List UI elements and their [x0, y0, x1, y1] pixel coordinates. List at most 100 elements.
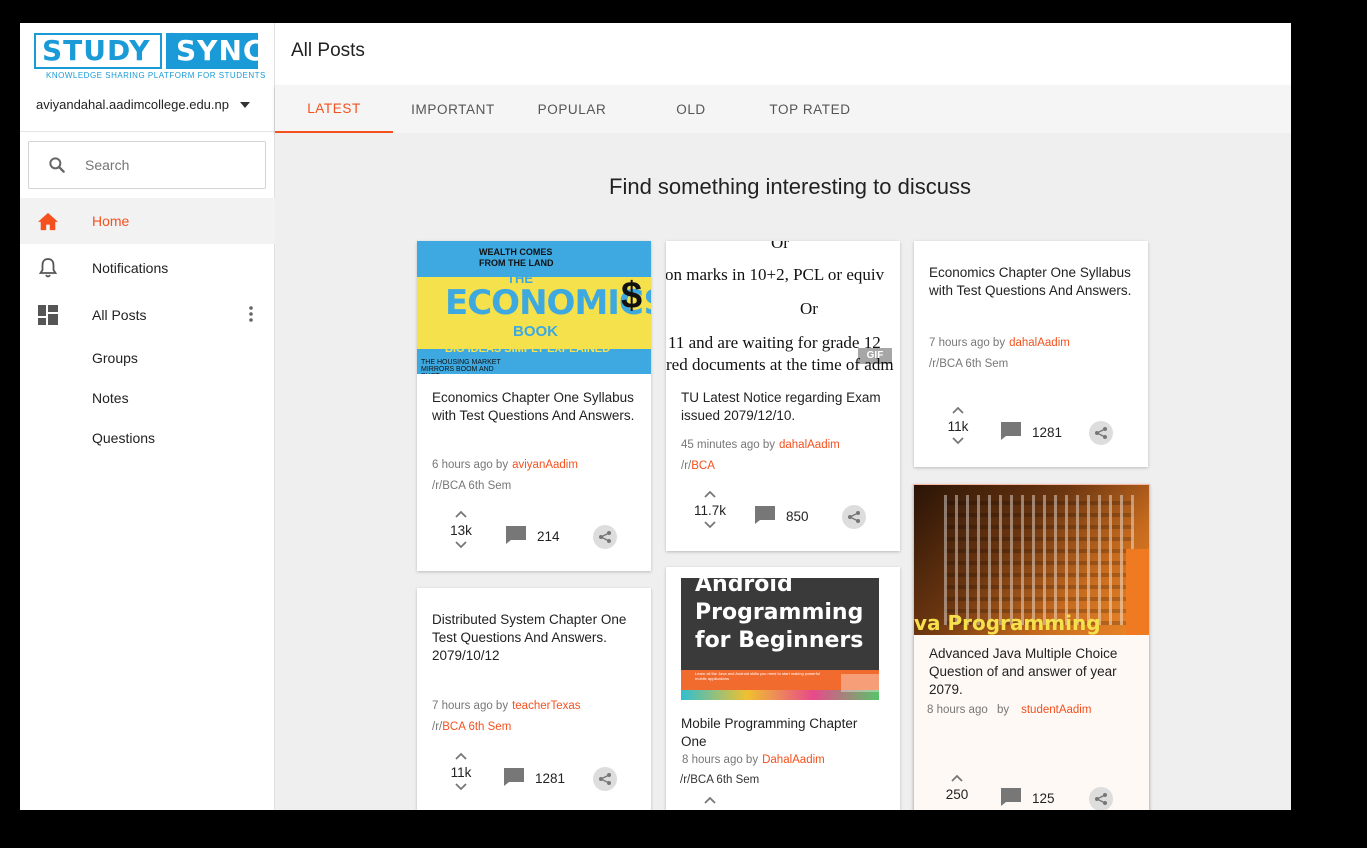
comment-count: 1281	[535, 771, 566, 786]
chevron-down-icon	[240, 101, 250, 108]
main-content: Find something interesting to discuss WE…	[275, 133, 1291, 810]
post-meta: 7 hours ago by teacherTexas	[432, 700, 581, 712]
post-group[interactable]: /r/BCA 6th Sem	[929, 358, 1008, 370]
comment-icon	[503, 767, 525, 790]
share-icon[interactable]	[1089, 421, 1113, 445]
post-author[interactable]: dahalAadim	[779, 439, 840, 451]
economics-book-thumbnail: WEALTH COMES FROM THE LAND THE ECONOMICS…	[417, 241, 651, 374]
post-by: by	[996, 704, 1010, 716]
vote-control: 250	[937, 771, 977, 802]
post-title[interactable]: Mobile Programming Chapter One	[681, 715, 886, 751]
post-author[interactable]: studentAadim	[1021, 704, 1091, 716]
notice-thumbnail: Or on marks in 10+2, PCL or equiv Or 11 …	[666, 241, 900, 374]
upvote-icon[interactable]	[441, 507, 481, 523]
share-icon[interactable]	[842, 505, 866, 529]
thumb-text: for Beginners	[695, 628, 864, 653]
upvote-icon[interactable]	[937, 771, 977, 787]
post-card[interactable]: Distributed System Chapter One Test Ques…	[417, 588, 651, 810]
upvote-icon[interactable]	[690, 793, 730, 809]
sidebar: STUDY SYNC KNOWLEDGE SHARING PLATFORM FO…	[20, 23, 275, 810]
thumb-text: Programming	[695, 600, 864, 625]
comment-icon	[1000, 787, 1022, 810]
thumb-text: WEALTH COMES	[479, 247, 553, 257]
vote-count: 11k	[947, 419, 969, 434]
post-card[interactable]: WEALTH COMES FROM THE LAND THE ECONOMICS…	[417, 241, 651, 571]
comment-icon	[754, 505, 776, 528]
java-thumbnail: va Programming	[914, 485, 1149, 635]
tab-old[interactable]: OLD	[632, 85, 750, 133]
post-title[interactable]: TU Latest Notice regarding Exam issued 2…	[681, 389, 886, 425]
group-link[interactable]: BCA	[691, 460, 715, 472]
post-card[interactable]: Or on marks in 10+2, PCL or equiv Or 11 …	[666, 241, 900, 551]
search-box[interactable]	[28, 141, 266, 189]
home-icon	[20, 211, 92, 231]
post-author[interactable]: dahalAadim	[1009, 337, 1070, 349]
group-prefix: /r/	[681, 460, 692, 472]
post-author[interactable]: teacherTexas	[512, 700, 580, 712]
post-author[interactable]: DahalAadim	[762, 754, 825, 766]
nav-notes[interactable]: Notes	[92, 390, 129, 406]
dashboard-icon	[20, 305, 92, 325]
logo[interactable]: STUDY SYNC KNOWLEDGE SHARING PLATFORM FO…	[34, 33, 265, 80]
thumb-text: Or	[771, 241, 789, 252]
search-input[interactable]	[85, 157, 245, 173]
post-group[interactable]: /r/BCA 6th Sem	[680, 774, 759, 786]
post-card-highlighted[interactable]: va Programming Advanced Java Multiple Ch…	[913, 484, 1150, 810]
thumb-text: Learn all the Java and Android skills yo…	[695, 671, 820, 681]
page-title: All Posts	[291, 40, 365, 61]
comment-button[interactable]: 1281	[503, 767, 565, 790]
post-author[interactable]: aviyanAadim	[512, 459, 578, 471]
post-card[interactable]: Economics Chapter One Syllabus with Test…	[914, 241, 1148, 467]
account-email: aviyandahal.aadimcollege.edu.np	[36, 97, 229, 112]
post-title[interactable]: Distributed System Chapter One Test Ques…	[432, 611, 637, 665]
nav-questions[interactable]: Questions	[92, 430, 155, 446]
nav-notifications[interactable]: Notifications	[20, 245, 275, 291]
tab-top-rated[interactable]: TOP RATED	[751, 85, 869, 133]
post-group[interactable]: /r/BCA 6th Sem	[432, 480, 511, 492]
post-group[interactable]: /r/BCA	[681, 460, 715, 472]
share-icon[interactable]	[593, 525, 617, 549]
thumb-overlay	[841, 674, 879, 692]
upvote-icon[interactable]	[938, 403, 978, 419]
nav-home[interactable]: Home	[20, 198, 275, 244]
post-time: 7 hours ago by	[432, 700, 509, 712]
header: All Posts	[275, 23, 1291, 85]
tab-latest[interactable]: LATEST	[275, 85, 393, 133]
comment-icon	[1000, 421, 1022, 444]
comment-button[interactable]: 125	[1000, 787, 1055, 810]
post-group[interactable]: /r/BCA 6th Sem	[432, 721, 511, 733]
group-link[interactable]: BCA 6th Sem	[442, 721, 511, 733]
logo-tagline: KNOWLEDGE SHARING PLATFORM FOR STUDENTS	[46, 71, 266, 80]
tab-popular[interactable]: POPULAR	[513, 85, 631, 133]
post-title[interactable]: Economics Chapter One Syllabus with Test…	[432, 389, 637, 425]
downvote-icon[interactable]	[938, 434, 978, 450]
binary-pattern	[944, 495, 1134, 625]
post-time: 8 hours ago	[927, 704, 988, 716]
nav-groups[interactable]: Groups	[92, 350, 138, 366]
downvote-icon[interactable]	[441, 780, 481, 796]
share-icon[interactable]	[1089, 787, 1113, 810]
thumb-text: FROM THE LAND	[479, 258, 554, 268]
comment-button[interactable]: 1281	[1000, 421, 1062, 444]
post-meta: 7 hours ago by dahalAadim	[929, 337, 1070, 349]
app-window: STUDY SYNC KNOWLEDGE SHARING PLATFORM FO…	[20, 23, 1291, 810]
upvote-icon[interactable]	[690, 487, 730, 503]
post-card[interactable]: Android Programming for Beginners Learn …	[666, 567, 900, 810]
thumb-text: Android	[695, 578, 793, 597]
comment-button[interactable]: 850	[754, 505, 809, 528]
upvote-icon[interactable]	[441, 749, 481, 765]
logo-sync-text: SYNC	[166, 33, 263, 69]
search-icon	[29, 155, 85, 175]
tab-important[interactable]: IMPORTANT	[394, 85, 512, 133]
post-title[interactable]: Advanced Java Multiple Choice Question o…	[929, 645, 1135, 699]
downvote-icon[interactable]	[441, 538, 481, 554]
post-title[interactable]: Economics Chapter One Syllabus with Test…	[929, 264, 1134, 300]
downvote-icon[interactable]	[690, 518, 730, 534]
comment-button[interactable]: 214	[505, 525, 560, 548]
more-vert-icon[interactable]	[249, 306, 253, 325]
account-switcher[interactable]: aviyandahal.aadimcollege.edu.np	[36, 97, 256, 112]
post-meta: 8 hours ago by DahalAadim	[682, 754, 825, 766]
thumb-text: BIG IDEAS SIMPLY EXPLAINED	[445, 343, 611, 355]
nav-all-posts[interactable]: All Posts	[20, 292, 275, 338]
share-icon[interactable]	[593, 767, 617, 791]
